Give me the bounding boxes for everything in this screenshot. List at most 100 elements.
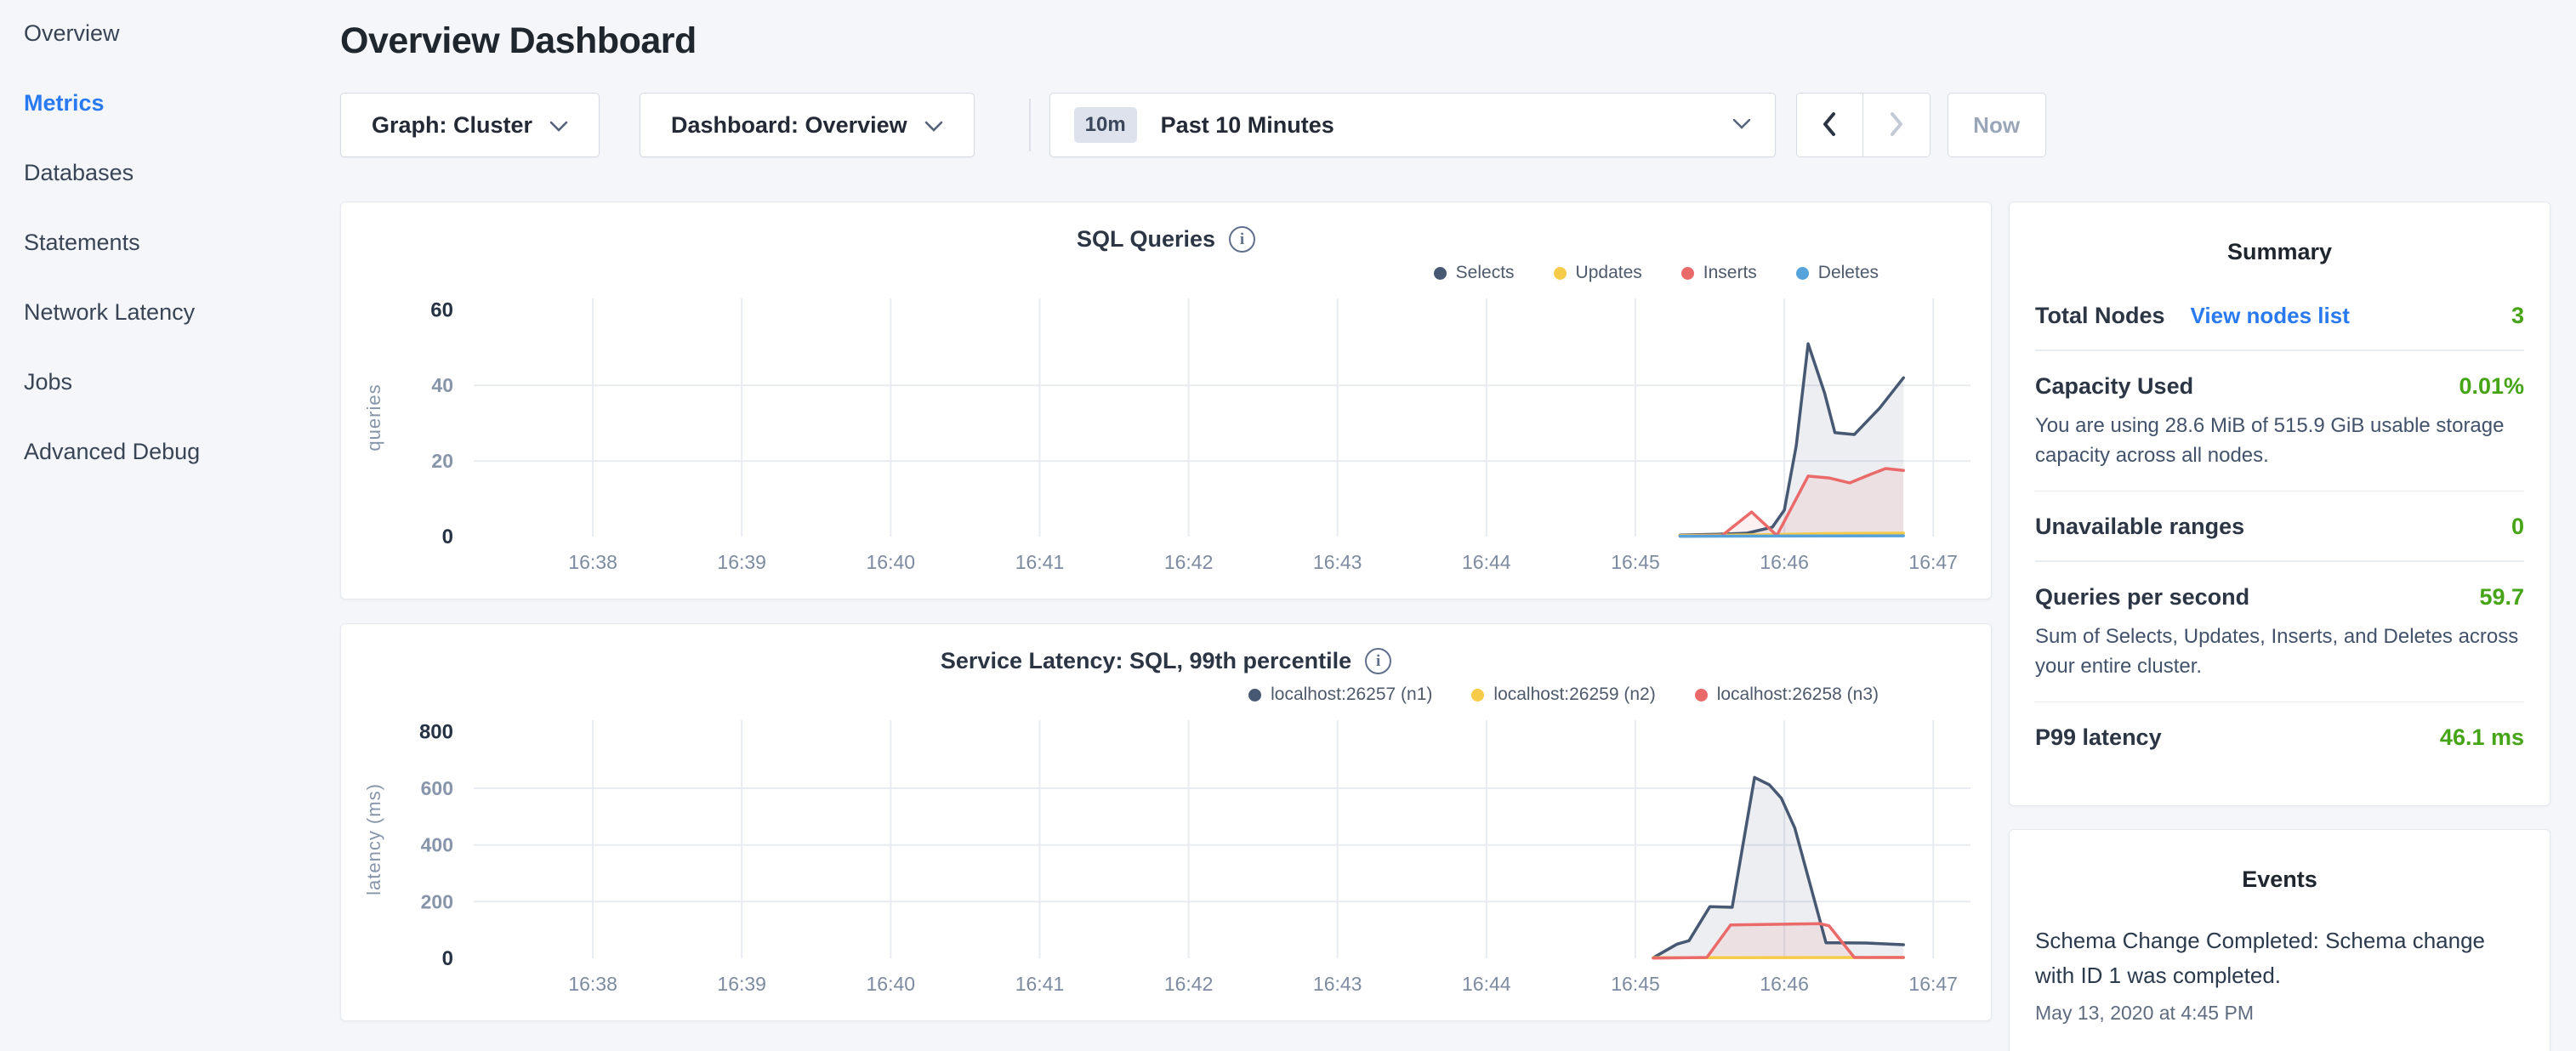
- updates-series-dot: [1554, 267, 1567, 280]
- svg-text:16:46: 16:46: [1760, 551, 1809, 573]
- svg-text:16:44: 16:44: [1462, 551, 1511, 573]
- svg-text:16:40: 16:40: [867, 973, 916, 995]
- svg-text:16:41: 16:41: [1015, 973, 1065, 995]
- time-forward-button[interactable]: [1863, 94, 1930, 156]
- legend-item-selects[interactable]: Selects: [1434, 263, 1515, 283]
- summary-label: P99 latency: [2035, 724, 2162, 751]
- service-latency-plot[interactable]: 16:3816:3916:4016:4116:4216:4316:4416:45…: [355, 707, 1977, 1006]
- summary-body: Total Nodes View nodes list 3 Capacity U…: [2035, 281, 2524, 771]
- sidebar: Overview Metrics Databases Statements Ne…: [0, 0, 340, 1051]
- dashboard-dropdown[interactable]: Dashboard: Overview: [640, 93, 975, 157]
- legend-item-deletes[interactable]: Deletes: [1796, 263, 1879, 283]
- summary-value: 0.01%: [2459, 373, 2524, 400]
- deletes-series-dot: [1796, 267, 1809, 280]
- chevron-down-icon: [549, 112, 568, 139]
- svg-text:16:42: 16:42: [1164, 973, 1214, 995]
- svg-text:16:47: 16:47: [1908, 973, 1958, 995]
- legend-item-n1[interactable]: localhost:26257 (n1): [1248, 685, 1432, 705]
- chart-header: SQL Queries i: [355, 226, 1977, 253]
- info-icon[interactable]: i: [1229, 226, 1255, 253]
- svg-text:16:46: 16:46: [1760, 973, 1809, 995]
- now-button[interactable]: Now: [1948, 93, 2046, 157]
- legend-item-updates[interactable]: Updates: [1554, 263, 1642, 283]
- summary-row-unavailable-ranges: Unavailable ranges 0: [2035, 491, 2524, 560]
- charts-column: SQL Queries i Selects Updates Inserts De…: [340, 202, 1992, 1021]
- legend-label: Deletes: [1818, 263, 1879, 283]
- legend-item-n3[interactable]: localhost:26258 (n3): [1695, 685, 1879, 705]
- sidebar-item-overview[interactable]: Overview: [24, 20, 340, 47]
- svg-text:0: 0: [442, 526, 453, 548]
- chart-legend: Selects Updates Inserts Deletes: [355, 263, 1879, 283]
- info-icon[interactable]: i: [1365, 648, 1391, 674]
- graph-dropdown[interactable]: Graph: Cluster: [340, 93, 600, 157]
- sidebar-item-jobs[interactable]: Jobs: [24, 369, 340, 395]
- chevron-right-icon: [1888, 111, 1905, 139]
- svg-text:40: 40: [431, 374, 453, 396]
- summary-value: 46.1 ms: [2440, 724, 2524, 751]
- svg-text:16:41: 16:41: [1015, 551, 1065, 573]
- inserts-series-dot: [1681, 267, 1694, 280]
- chart-header: Service Latency: SQL, 99th percentile i: [355, 648, 1977, 674]
- svg-text:0: 0: [442, 947, 453, 970]
- app-root: Overview Metrics Databases Statements Ne…: [0, 0, 2576, 1051]
- view-nodes-list-link[interactable]: View nodes list: [2191, 303, 2350, 329]
- svg-text:16:43: 16:43: [1313, 551, 1362, 573]
- summary-description: You are using 28.6 MiB of 515.9 GiB usab…: [2035, 411, 2524, 470]
- svg-text:400: 400: [421, 834, 453, 856]
- legend-item-n2[interactable]: localhost:26259 (n2): [1471, 685, 1655, 705]
- graph-dropdown-label: Graph: Cluster: [372, 112, 532, 139]
- dashboard-dropdown-label: Dashboard: Overview: [671, 112, 907, 139]
- chevron-down-icon: [1732, 118, 1751, 133]
- time-range-label: Past 10 Minutes: [1161, 112, 1732, 139]
- sql-queries-plot[interactable]: 16:3816:3916:4016:4116:4216:4316:4416:45…: [355, 285, 1977, 584]
- service-latency-chart-card: Service Latency: SQL, 99th percentile i …: [340, 623, 1992, 1021]
- svg-text:16:39: 16:39: [717, 551, 766, 573]
- summary-title: Summary: [2035, 239, 2524, 265]
- svg-text:20: 20: [431, 450, 453, 472]
- legend-label: localhost:26259 (n2): [1493, 685, 1655, 705]
- sidebar-item-network-latency[interactable]: Network Latency: [24, 299, 340, 326]
- summary-label: Total Nodes: [2035, 303, 2165, 329]
- time-back-button[interactable]: [1797, 94, 1863, 156]
- legend-label: localhost:26258 (n3): [1717, 685, 1879, 705]
- svg-text:60: 60: [430, 298, 453, 321]
- summary-value: 3: [2511, 303, 2524, 329]
- svg-text:16:44: 16:44: [1462, 973, 1511, 995]
- svg-text:16:45: 16:45: [1611, 973, 1660, 995]
- legend-item-inserts[interactable]: Inserts: [1681, 263, 1757, 283]
- toolbar-divider: [1029, 99, 1031, 151]
- svg-text:16:38: 16:38: [568, 551, 617, 573]
- svg-text:600: 600: [421, 777, 453, 799]
- chevron-left-icon: [1821, 111, 1838, 139]
- svg-text:16:40: 16:40: [867, 551, 916, 573]
- summary-value: 59.7: [2479, 584, 2524, 611]
- sidebar-item-databases[interactable]: Databases: [24, 160, 340, 186]
- svg-text:16:39: 16:39: [717, 973, 766, 995]
- time-pager: [1796, 93, 1931, 157]
- svg-text:queries: queries: [363, 383, 384, 451]
- time-range-picker[interactable]: 10m Past 10 Minutes: [1049, 93, 1776, 157]
- legend-label: Updates: [1576, 263, 1642, 283]
- event-list-item[interactable]: Schema Change Completed: Schema change w…: [2035, 923, 2524, 1025]
- n3-series-dot: [1695, 689, 1708, 702]
- summary-value: 0: [2511, 514, 2524, 540]
- chart-title: SQL Queries: [1077, 226, 1215, 253]
- sql-queries-chart-card: SQL Queries i Selects Updates Inserts De…: [340, 202, 1992, 599]
- summary-panel: Summary Total Nodes View nodes list 3: [2009, 202, 2550, 806]
- main-content: Overview Dashboard Graph: Cluster Dashbo…: [340, 0, 2576, 1051]
- summary-row-p99-latency: P99 latency 46.1 ms: [2035, 702, 2524, 771]
- events-panel: Events Schema Change Completed: Schema c…: [2009, 829, 2550, 1051]
- chevron-down-icon: [924, 112, 943, 139]
- sidebar-item-advanced-debug[interactable]: Advanced Debug: [24, 439, 340, 465]
- n2-series-dot: [1471, 689, 1484, 702]
- sidebar-item-statements[interactable]: Statements: [24, 230, 340, 256]
- sidebar-item-metrics[interactable]: Metrics: [24, 90, 340, 116]
- chart-title: Service Latency: SQL, 99th percentile: [941, 648, 1351, 674]
- summary-row-queries-per-second: Queries per second 59.7 Sum of Selects, …: [2035, 562, 2524, 702]
- selects-series-dot: [1434, 267, 1447, 280]
- svg-text:latency (ms): latency (ms): [363, 783, 384, 895]
- summary-label: Capacity Used: [2035, 373, 2193, 400]
- n1-series-dot: [1248, 689, 1261, 702]
- svg-text:200: 200: [421, 890, 453, 912]
- summary-label: Unavailable ranges: [2035, 514, 2244, 540]
